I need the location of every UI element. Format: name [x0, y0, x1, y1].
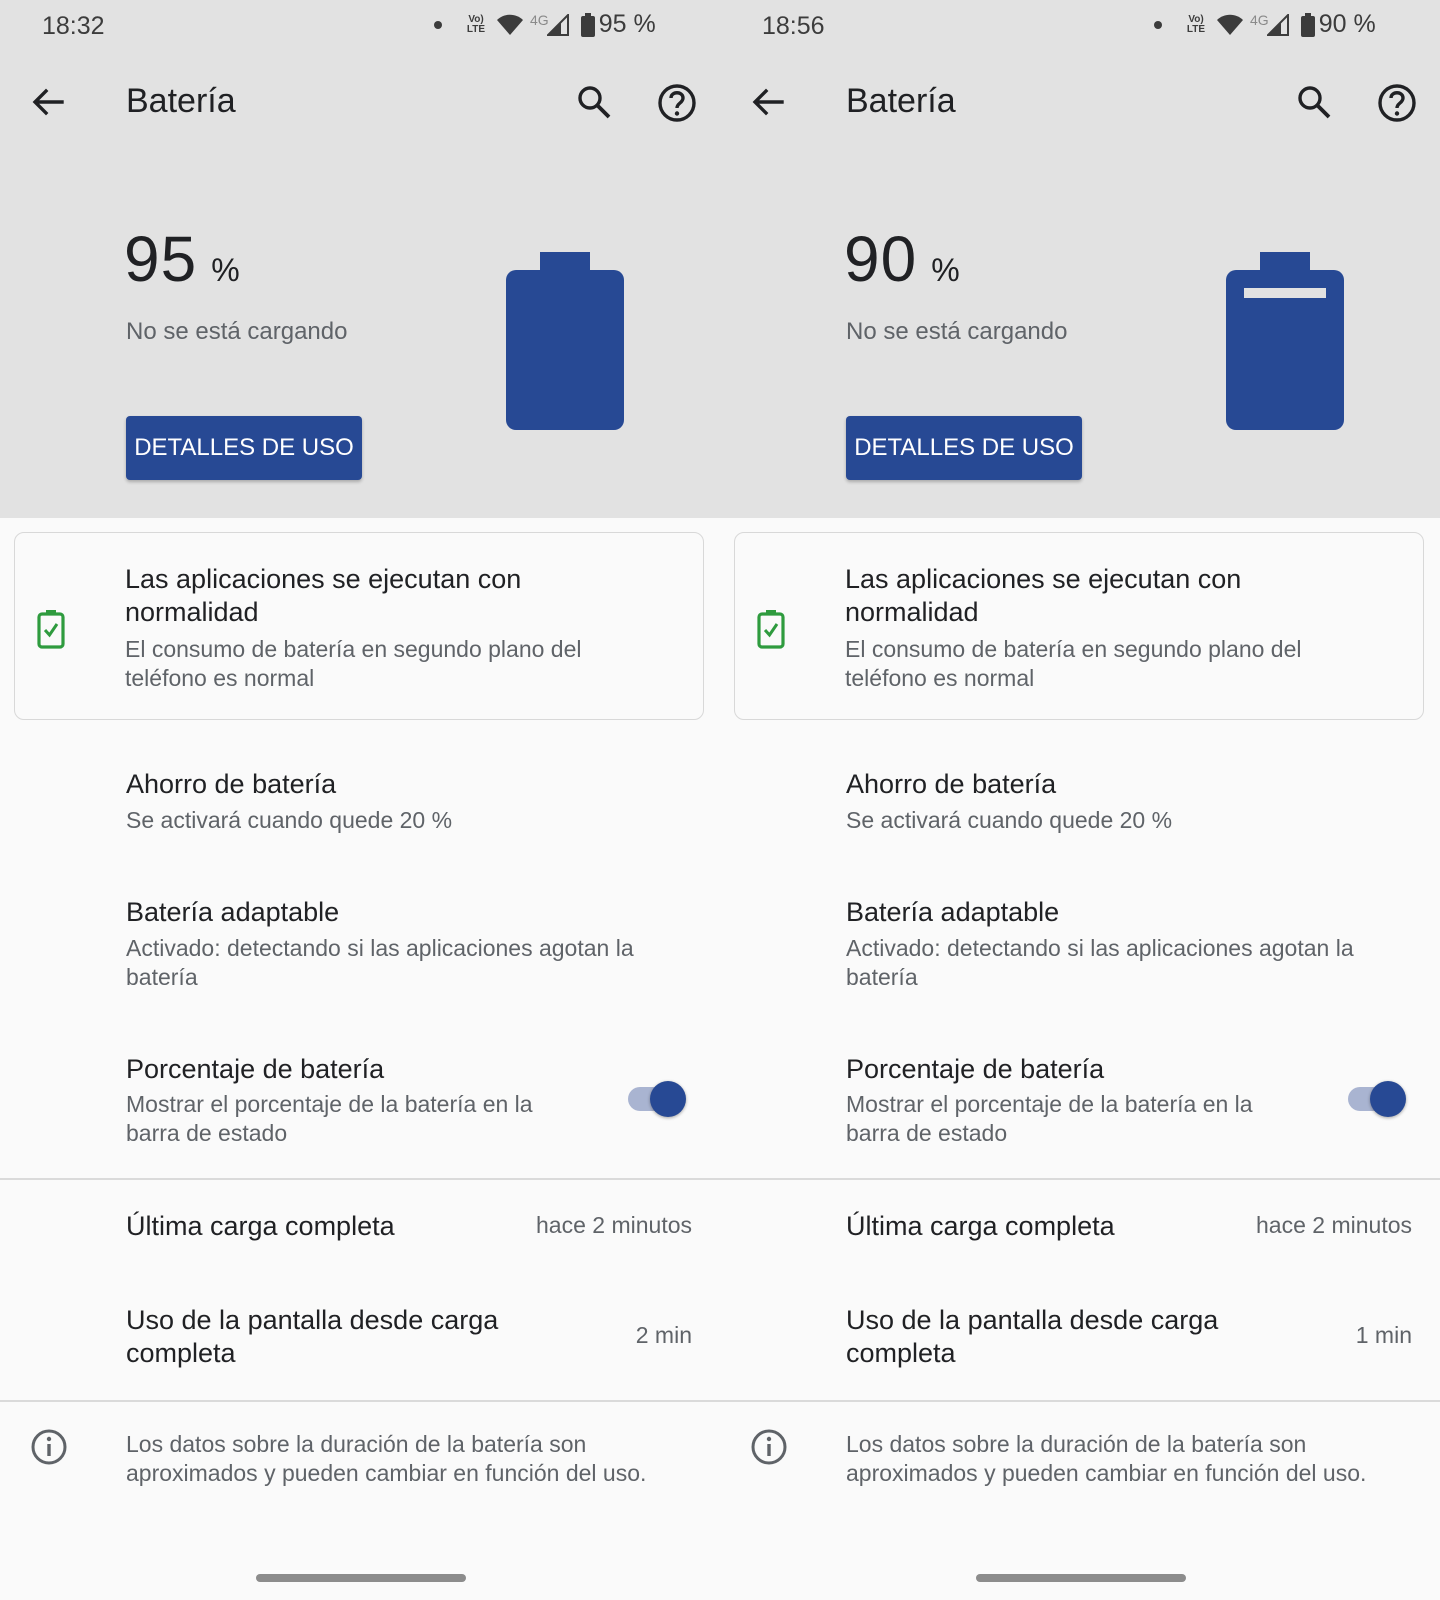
notification-dot-icon — [434, 20, 442, 29]
battery-percent-value: 95 — [124, 223, 198, 295]
status-battery-icon — [580, 12, 595, 37]
page-title: Batería — [846, 82, 956, 120]
adaptive-battery-title: Batería adaptable — [846, 897, 1060, 927]
settings-screen-right: 18:56 Vo) LTE 4G 90 % Batería 90 % No se … — [720, 0, 1440, 1600]
gesture-nav-handle[interactable] — [976, 1574, 1186, 1582]
adaptive-battery-summary: Activado: detectando si las aplicaciones… — [846, 935, 1354, 990]
adaptive-battery-title: Batería adaptable — [126, 897, 340, 927]
battery-percent-unit: % — [931, 252, 960, 288]
signal-icon — [546, 13, 569, 36]
battery-level-icon — [1226, 252, 1344, 430]
battery-percent-value: 90 — [844, 223, 918, 295]
last-full-charge-label: Última carga completa — [126, 1211, 395, 1241]
usage-details-button[interactable]: DETALLES DE USO — [846, 416, 1082, 480]
battery-saver-summary: Se activará cuando quede 20 % — [846, 807, 1173, 833]
status-battery-icon — [1300, 12, 1315, 37]
toggle-thumb[interactable] — [1370, 1081, 1406, 1117]
tip-summary: El consumo de batería en segundo plano d… — [125, 636, 582, 691]
last-full-charge-value: hace 2 minutos — [536, 1212, 692, 1238]
help-icon[interactable] — [1376, 82, 1418, 124]
screen-usage-label: Uso de la pantalla desde carga completa — [126, 1305, 499, 1368]
last-full-charge-value: hace 2 minutos — [1256, 1212, 1412, 1238]
screen-usage-value: 2 min — [635, 1322, 692, 1348]
last-full-charge-label: Última carga completa — [846, 1211, 1115, 1241]
volte-icon: Vo) LTE — [1186, 13, 1206, 35]
battery-percentage-summary: Mostrar el porcentaje de la batería en l… — [846, 1091, 1253, 1146]
battery-saver-title: Ahorro de batería — [846, 769, 1057, 799]
battery-percentage: 95 % — [124, 222, 240, 296]
status-battery-percent: 90 % — [1318, 10, 1376, 38]
section-divider — [720, 1178, 1440, 1180]
battery-percent-unit: % — [211, 252, 240, 288]
page-title: Batería — [126, 82, 236, 120]
settings-screen-left: 18:32 Vo) LTE 4G 95 % Batería 95 % No se … — [0, 0, 720, 1600]
status-icons: Vo) LTE 4G 90 % — [1154, 10, 1376, 39]
status-battery-percent: 95 % — [598, 10, 656, 38]
wifi-icon — [1217, 14, 1243, 35]
battery-check-icon — [757, 610, 785, 649]
battery-percentage-title: Porcentaje de batería — [846, 1054, 1105, 1084]
battery-tip-card[interactable]: Las aplicaciones se ejecutan con normali… — [14, 532, 704, 720]
battery-info-footer: Los datos sobre la duración de la baterí… — [126, 1431, 647, 1486]
screen-usage-value: 1 min — [1355, 1322, 1412, 1348]
status-time: 18:32 — [42, 12, 105, 40]
gesture-nav-handle[interactable] — [256, 1574, 466, 1582]
search-icon[interactable] — [574, 82, 614, 122]
section-divider — [0, 1178, 720, 1180]
battery-percentage-summary: Mostrar el porcentaje de la batería en l… — [126, 1091, 533, 1146]
adaptive-battery-summary: Activado: detectando si las aplicaciones… — [126, 935, 634, 990]
signal-icon — [1266, 13, 1289, 36]
toggle-thumb[interactable] — [650, 1081, 686, 1117]
notification-dot-icon — [1154, 20, 1162, 29]
battery-percentage: 90 % — [844, 222, 960, 296]
battery-saver-summary: Se activará cuando quede 20 % — [126, 807, 453, 833]
battery-percentage-title: Porcentaje de batería — [126, 1054, 385, 1084]
charging-status: No se está cargando — [846, 318, 1068, 345]
section-divider — [720, 1400, 1440, 1402]
tip-title: Las aplicaciones se ejecutan con normali… — [125, 564, 522, 627]
tip-summary: El consumo de batería en segundo plano d… — [845, 636, 1302, 691]
search-icon[interactable] — [1294, 82, 1334, 122]
volte-icon: Vo) LTE — [466, 13, 486, 35]
status-icons: Vo) LTE 4G 95 % — [434, 10, 656, 39]
battery-info-footer: Los datos sobre la duración de la baterí… — [846, 1431, 1367, 1486]
charging-status: No se está cargando — [126, 318, 348, 345]
section-divider — [0, 1400, 720, 1402]
wifi-icon — [497, 14, 523, 35]
help-icon[interactable] — [656, 82, 698, 124]
info-icon — [31, 1429, 67, 1465]
screen-usage-label: Uso de la pantalla desde carga completa — [846, 1305, 1219, 1368]
arrow-back-icon[interactable] — [748, 82, 788, 122]
arrow-back-icon[interactable] — [28, 82, 68, 122]
battery-level-icon — [506, 252, 624, 430]
battery-check-icon — [37, 610, 65, 649]
tip-title: Las aplicaciones se ejecutan con normali… — [845, 564, 1242, 627]
status-time: 18:56 — [762, 12, 825, 40]
battery-saver-title: Ahorro de batería — [126, 769, 337, 799]
usage-details-button[interactable]: DETALLES DE USO — [126, 416, 362, 480]
battery-tip-card[interactable]: Las aplicaciones se ejecutan con normali… — [734, 532, 1424, 720]
info-icon — [751, 1429, 787, 1465]
